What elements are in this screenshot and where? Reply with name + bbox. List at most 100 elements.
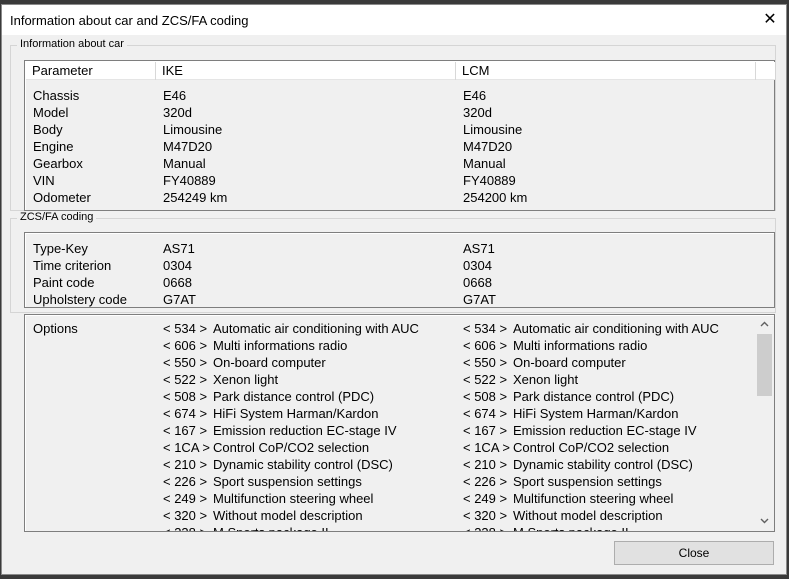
list-item: < 167 > Emission reduction EC-stage IV < 1… [25, 423, 755, 440]
lcm-option-code: < 320 > [463, 508, 508, 523]
options-scrollbar[interactable] [756, 316, 773, 530]
lcm-option-desc: M Sports package II [513, 525, 629, 531]
table-row: Upholstery code G7AT G7AT [25, 292, 755, 309]
ike-value-cell: G7AT [163, 292, 196, 307]
table-row: VIN FY40889 FY40889 [25, 173, 755, 190]
ike-option-code: < 522 > [163, 372, 208, 387]
list-item: < 674 > HiFi System Harman/Kardon < 674 > H… [25, 406, 755, 423]
ike-value-cell: Limousine [163, 122, 223, 137]
lcm-option-desc: Sport suspension settings [513, 474, 662, 489]
ike-value-cell: 0668 [163, 275, 192, 290]
table-row: Gearbox Manual Manual [25, 156, 755, 173]
ike-option-desc: Xenon light [213, 372, 279, 387]
car-info-group-label: Information about car [17, 38, 127, 50]
list-item: < 210 > Dynamic stability control (DSC) < … [25, 457, 755, 474]
table-row: Time criterion 0304 0304 [25, 258, 755, 275]
lcm-value-cell: M47D20 [463, 139, 513, 154]
close-button[interactable]: Close [614, 541, 774, 565]
table-row: Type-Key AS71 AS71 [25, 241, 755, 258]
ike-option-desc: Park distance control (PDC) [213, 389, 375, 404]
ike-option-code: < 210 > [163, 457, 208, 472]
parameter-cell: Body [33, 122, 63, 137]
ike-option-desc: Control CoP/CO2 selection [213, 440, 370, 455]
ike-option-desc: On-board computer [213, 355, 326, 370]
window-title: Information about car and ZCS/FA coding [10, 13, 249, 28]
ike-option-code: < 674 > [163, 406, 208, 421]
parameter-cell: VIN [33, 173, 55, 188]
ike-option-code: < 606 > [163, 338, 208, 353]
ike-option-desc: Multifunction steering wheel [213, 491, 374, 506]
ike-value-cell: FY40889 [163, 173, 216, 188]
lcm-value-cell: AS71 [463, 241, 495, 256]
ike-value-cell: E46 [163, 88, 187, 103]
column-header-ike[interactable]: IKE [156, 62, 456, 80]
parameter-cell: Paint code [33, 275, 95, 290]
lcm-option-desc: Multi informations radio [513, 338, 648, 353]
up-arrow-icon[interactable] [756, 316, 773, 333]
lcm-option-code: < 167 > [463, 423, 508, 438]
lcm-option-desc: Without model description [513, 508, 663, 523]
lcm-value-cell: Manual [463, 156, 506, 171]
parameter-cell: Type-Key [33, 241, 88, 256]
lcm-option-code: < 674 > [463, 406, 508, 421]
lcm-value-cell: 320d [463, 105, 492, 120]
lcm-option-desc: Dynamic stability control (DSC) [513, 457, 693, 472]
list-item: < 522 > Xenon light < 522 > Xenon light [25, 372, 755, 389]
ike-value-cell: 320d [163, 105, 192, 120]
parameter-cell: Chassis [33, 88, 80, 103]
ike-option-desc: Automatic air conditioning with AUC [213, 321, 419, 336]
lcm-option-desc: Control CoP/CO2 selection [513, 440, 670, 455]
lcm-option-desc: Emission reduction EC-stage IV [513, 423, 697, 438]
list-item: < 508 > Park distance control (PDC) < 508 … [25, 389, 755, 406]
table-row: Engine M47D20 M47D20 [25, 139, 755, 156]
list-item: < 320 > Without model description < 320 > W… [25, 508, 755, 525]
ike-value-cell: M47D20 [163, 139, 213, 154]
lcm-value-cell: G7AT [463, 292, 496, 307]
parameter-cell: Odometer [33, 190, 91, 205]
column-header-parameter[interactable]: Parameter [26, 62, 156, 80]
lcm-option-code: < 522 > [463, 372, 508, 387]
ike-value-cell: 0304 [163, 258, 192, 273]
list-item: < 550 > On-board computer < 550 > On-board … [25, 355, 755, 372]
ike-option-code: < 1CA > [163, 440, 210, 455]
title-bar: Information about car and ZCS/FA coding … [2, 5, 786, 35]
car-info-table: Parameter IKE LCM Chassis E46 E46 Model 320d… [24, 60, 775, 211]
list-item: < 338 > M Sports package II < 338 > M Sport… [25, 525, 755, 531]
ike-option-desc: M Sports package II [213, 525, 329, 531]
lcm-option-code: < 210 > [463, 457, 508, 472]
scrollbar-thumb[interactable] [757, 334, 772, 396]
lcm-value-cell: 0304 [463, 258, 492, 273]
column-header-lcm[interactable]: LCM [456, 62, 756, 80]
table-row: Paint code 0668 0668 [25, 275, 755, 292]
lcm-option-code: < 249 > [463, 491, 508, 506]
lcm-option-code: < 226 > [463, 474, 508, 489]
lcm-value-cell: 0668 [463, 275, 492, 290]
table-row: Chassis E46 E46 [25, 88, 755, 105]
lcm-value-cell: 254200 km [463, 190, 528, 205]
zcs-group-label: ZCS/FA coding [17, 211, 97, 223]
ike-option-code: < 508 > [163, 389, 208, 404]
close-window-icon[interactable]: ✕ [760, 10, 780, 30]
ike-value-cell: AS71 [163, 241, 195, 256]
lcm-value-cell: FY40889 [463, 173, 516, 188]
ike-option-code: < 226 > [163, 474, 208, 489]
down-arrow-icon[interactable] [756, 513, 773, 530]
ike-option-desc: Sport suspension settings [213, 474, 362, 489]
ike-option-desc: Emission reduction EC-stage IV [213, 423, 397, 438]
lcm-option-desc: Multifunction steering wheel [513, 491, 674, 506]
parameter-cell: Time criterion [33, 258, 112, 273]
options-list[interactable]: Options < 534 > Automatic air conditionin… [24, 314, 775, 532]
lcm-option-desc: Automatic air conditioning with AUC [513, 321, 719, 336]
dialog-window: Information about car and ZCS/FA coding … [1, 4, 787, 575]
parameter-cell: Upholstery code [33, 292, 127, 307]
ike-option-code: < 550 > [163, 355, 208, 370]
car-info-header: Parameter IKE LCM [26, 62, 775, 80]
ike-value-cell: 254249 km [163, 190, 228, 205]
table-row: Odometer 254249 km 254200 km [25, 190, 755, 207]
lcm-option-desc: HiFi System Harman/Kardon [513, 406, 679, 421]
options-viewport: Options < 534 > Automatic air conditionin… [25, 315, 756, 531]
list-item: < 1CA > Control CoP/CO2 selection < 1CA > C… [25, 440, 755, 457]
ike-option-code: < 338 > [163, 525, 207, 531]
ike-option-code: < 249 > [163, 491, 208, 506]
parameter-cell: Engine [33, 139, 74, 154]
